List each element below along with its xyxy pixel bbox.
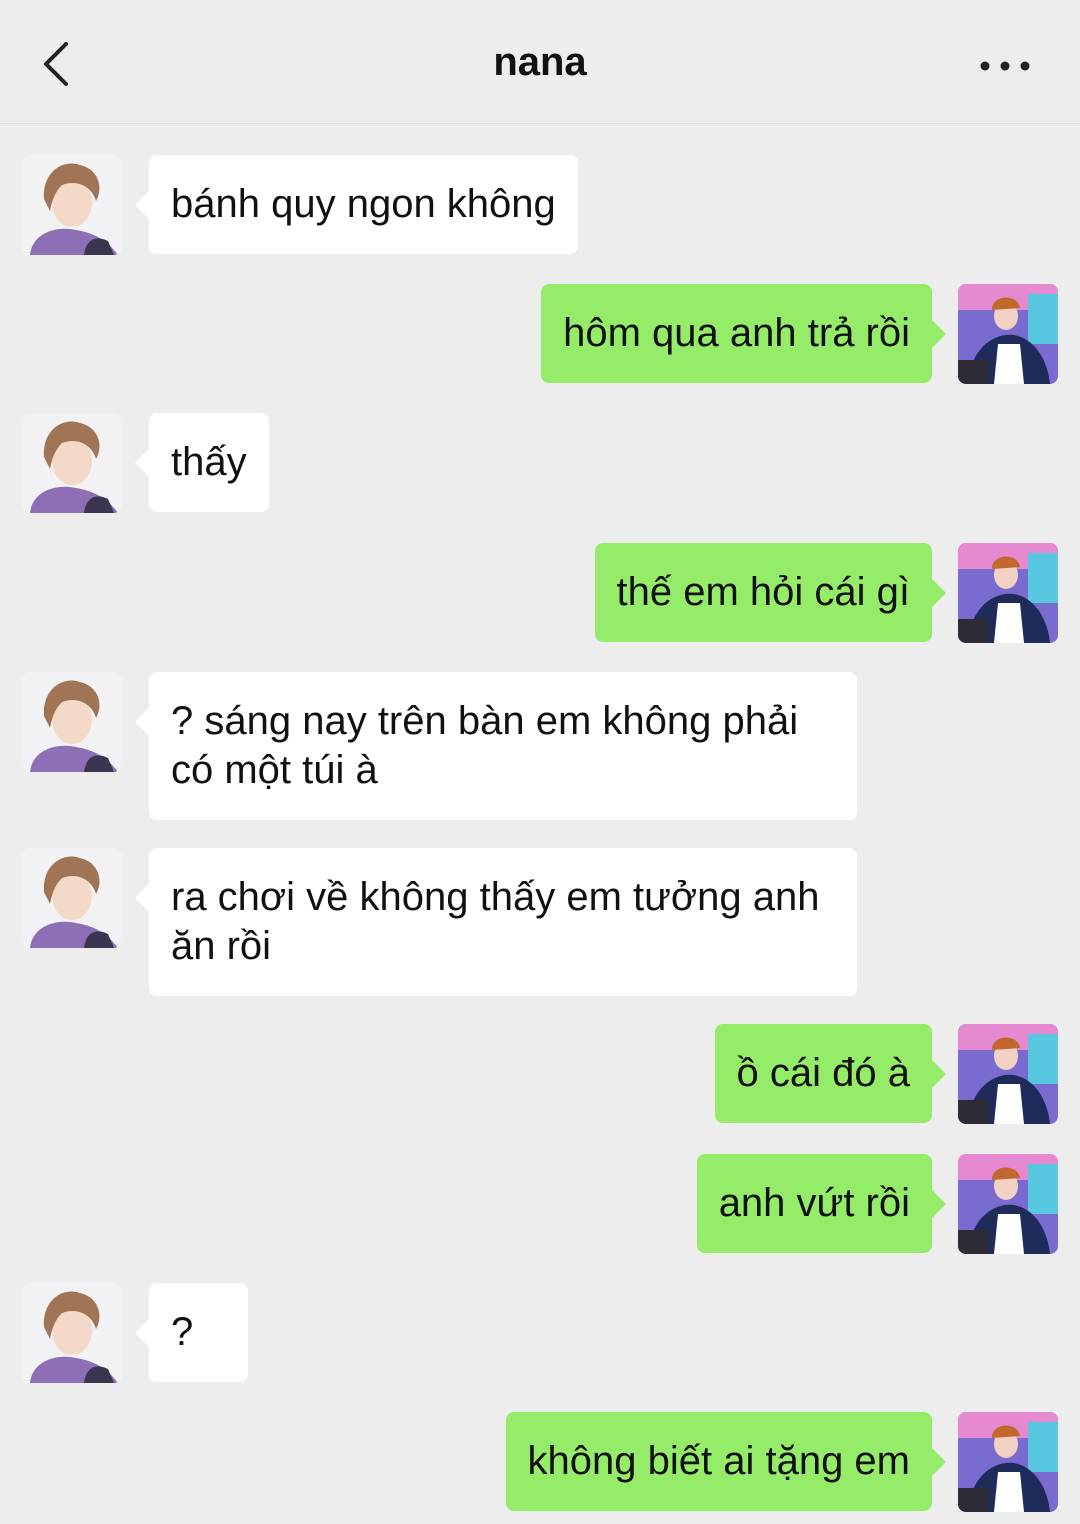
message-bubble-outgoing[interactable]: hôm qua anh trả rồi xyxy=(541,284,946,383)
self-avatar[interactable] xyxy=(958,543,1058,643)
more-dots-icon xyxy=(980,61,1030,71)
message-bubble-outgoing[interactable]: thế em hỏi cái gì xyxy=(594,543,946,642)
contact-avatar[interactable] xyxy=(22,672,122,772)
self-avatar[interactable] xyxy=(958,284,1058,384)
message-bubble-outgoing[interactable]: không biết ai tặng em xyxy=(505,1412,947,1511)
contact-avatar[interactable] xyxy=(22,1283,122,1383)
contact-avatar[interactable] xyxy=(22,848,122,948)
message-bubble-outgoing[interactable]: anh vứt rồi xyxy=(696,1154,947,1253)
self-avatar[interactable] xyxy=(958,1154,1058,1254)
message-list[interactable]: bánh quy ngon không hôm qua anh trả rồi … xyxy=(0,124,1080,1524)
self-avatar[interactable] xyxy=(958,1412,1058,1512)
message-bubble-incoming[interactable]: ? xyxy=(135,1283,248,1382)
message-bubble-outgoing[interactable]: ồ cái đó à xyxy=(714,1024,947,1123)
message-bubble-incoming[interactable]: ? sáng nay trên bàn em không phải có một… xyxy=(135,672,857,820)
contact-avatar[interactable] xyxy=(22,413,122,513)
contact-avatar[interactable] xyxy=(22,155,122,255)
message-bubble-incoming[interactable]: thấy xyxy=(135,413,269,512)
message-bubble-incoming[interactable]: ra chơi về không thấy em tưởng anh ăn rồ… xyxy=(135,848,857,996)
message-bubble-incoming[interactable]: bánh quy ngon không xyxy=(135,155,578,254)
chat-header: nana xyxy=(0,0,1080,124)
chat-title: nana xyxy=(493,40,587,84)
self-avatar[interactable] xyxy=(958,1024,1058,1124)
more-options-button[interactable] xyxy=(970,48,1040,84)
